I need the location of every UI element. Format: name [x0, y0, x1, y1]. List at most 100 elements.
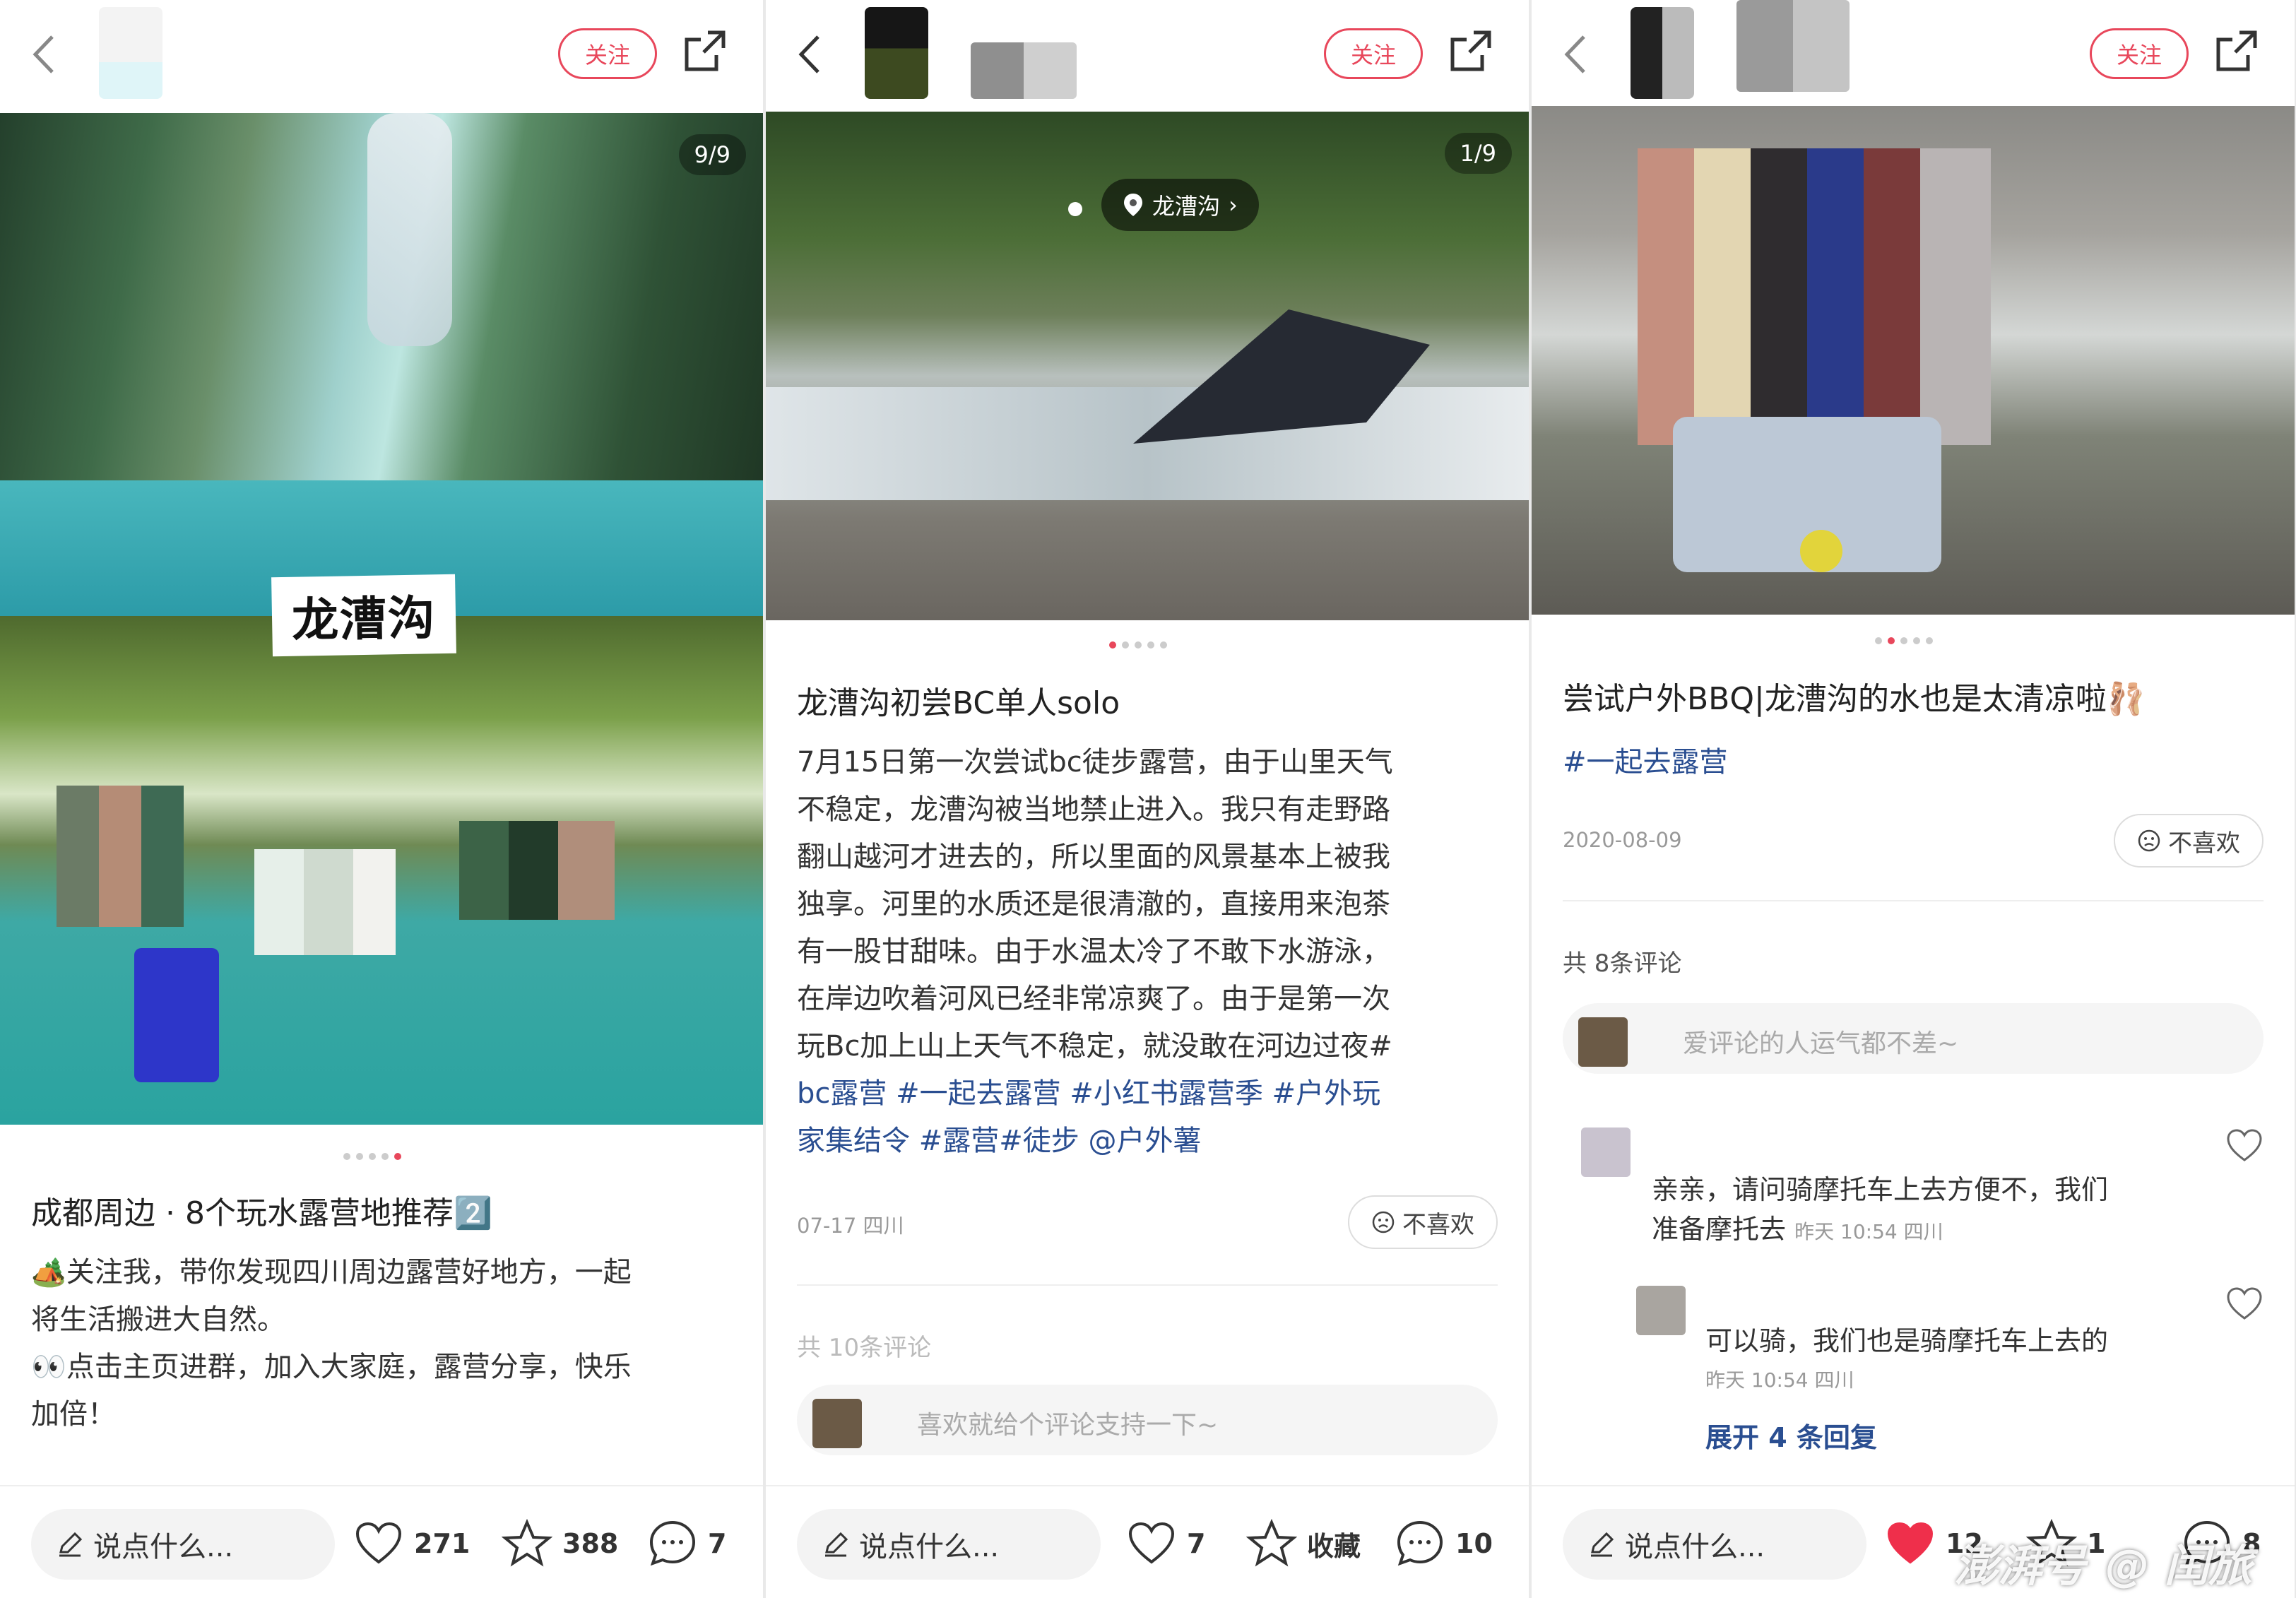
desc-line: 7月15日第一次尝试bc徒步露营，由于山里天气: [797, 746, 1393, 779]
star-button[interactable]: 388: [502, 1512, 618, 1575]
expand-replies-button[interactable]: 展开 4 条回复: [1705, 1416, 1877, 1455]
note-image[interactable]: 9/9: [0, 113, 763, 616]
note-panel-1: 关注 9/9 龙漕沟 成都周边 · 8个玩水露营地推荐2️⃣ 🏕️关注我，带你发…: [0, 0, 763, 1598]
hashtag-line[interactable]: #一起去露营: [1563, 739, 2269, 786]
comment-input[interactable]: 喜欢就给个评论支持一下~: [797, 1385, 1498, 1455]
image-counter: 1/9: [1444, 133, 1512, 174]
dot-active: [394, 1153, 401, 1160]
blur-person-2: [459, 821, 615, 920]
sad-face-icon: [2138, 829, 2160, 852]
avatar: [1578, 1017, 1628, 1067]
comment-placeholder: 爱评论的人运气都不差~: [1683, 1029, 1959, 1058]
comment-count-label: 共 8条评论: [1563, 949, 1682, 978]
location-tag[interactable]: 龙漕沟 ›: [1101, 179, 1259, 231]
note-image[interactable]: [1532, 106, 2295, 615]
heart-icon[interactable]: [2225, 1286, 2264, 1321]
heart-icon[interactable]: [2225, 1128, 2264, 1163]
comment-input[interactable]: 说点什么...: [31, 1509, 335, 1580]
star-button[interactable]: 收藏: [1246, 1512, 1361, 1575]
comment-count: 10: [1455, 1528, 1493, 1559]
bottom-bar: 说点什么... 7 收藏 10: [766, 1485, 1529, 1598]
dot: [369, 1153, 376, 1160]
comment-count: 7: [708, 1528, 727, 1559]
comment-placeholder: 喜欢就给个评论支持一下~: [917, 1411, 1219, 1440]
back-icon[interactable]: [1560, 30, 1591, 79]
comment-text: 亲亲，请问骑摩托车上去方便不，我们 准备摩托去 昨天 10:54 四川: [1652, 1170, 2108, 1252]
top-bar: 关注: [0, 0, 763, 106]
comment-input[interactable]: 爱评论的人运气都不差~: [1563, 1003, 2264, 1074]
comment-input[interactable]: 说点什么...: [797, 1509, 1101, 1580]
note-title: 成都周边 · 8个玩水露营地推荐2️⃣: [31, 1195, 492, 1231]
dot: [381, 1153, 389, 1160]
overlay-title: 龙漕沟: [271, 574, 456, 657]
back-icon[interactable]: [794, 30, 825, 79]
heart-icon: [1128, 1522, 1175, 1564]
share-icon[interactable]: [2211, 27, 2261, 76]
like-button[interactable]: 271: [353, 1512, 470, 1575]
dot: [1160, 641, 1167, 649]
comment-meta: 昨天 10:54 四川: [1794, 1220, 1943, 1243]
dot: [1875, 637, 1882, 644]
like-count: 271: [414, 1528, 471, 1559]
desc-line: 🏕️关注我，带你发现四川周边露营好地方，一起: [31, 1256, 632, 1289]
hashtag-line[interactable]: 家集结令 #露营#徒步 @户外薯: [797, 1118, 1503, 1165]
carousel-dots: [1875, 637, 1933, 644]
location-name: 龙漕沟: [1152, 193, 1221, 220]
bottom-bar: 说点什么... 271 388 7: [0, 1485, 763, 1598]
hashtag-line[interactable]: bc露营 #一起去露营 #小红书露营季 #户外玩: [797, 1070, 1503, 1118]
comment-input[interactable]: 说点什么...: [1563, 1509, 1866, 1580]
reply-text: 可以骑，我们也是骑摩托车上去的 昨天 10:54 四川: [1705, 1321, 2108, 1400]
star-label: 收藏: [1307, 1530, 1361, 1562]
desc-line: 翻山越河才进去的，所以里面的风景基本上被我: [797, 841, 1390, 873]
note-image-lower: [0, 616, 763, 1125]
post-date: 07-17 四川: [797, 1214, 904, 1238]
like-button[interactable]: 7: [1126, 1512, 1205, 1575]
watermark: 澎湃号 @ 闰旅: [1954, 1530, 2252, 1594]
carousel-dots: [343, 1153, 401, 1160]
dot: [1913, 637, 1920, 644]
dislike-button[interactable]: 不喜欢: [2114, 814, 2264, 868]
star-icon: [502, 1518, 552, 1567]
avatar[interactable]: [865, 7, 928, 99]
yellow-bucket: [1800, 530, 1842, 572]
dislike-button[interactable]: 不喜欢: [1348, 1195, 1498, 1249]
dot: [1147, 641, 1154, 649]
follow-button[interactable]: 关注: [2090, 28, 2189, 79]
avatar[interactable]: [99, 7, 162, 99]
follow-button[interactable]: 关注: [558, 28, 657, 79]
reply-meta: 昨天 10:54 四川: [1705, 1368, 1854, 1392]
post-date: 2020-08-09: [1563, 828, 1682, 852]
dislike-label: 不喜欢: [1402, 1210, 1474, 1239]
dot: [1926, 637, 1933, 644]
location-pin-icon: [1124, 194, 1142, 216]
share-icon[interactable]: [680, 27, 729, 76]
follow-button[interactable]: 关注: [1324, 28, 1423, 79]
pencil-icon: [825, 1532, 848, 1557]
desc-line: 加倍！: [31, 1398, 116, 1431]
comment-button[interactable]: 10: [1395, 1512, 1493, 1575]
bottom-bar: 说点什么... 12 1 8 澎湃号 @ 闰旅: [1532, 1485, 2295, 1598]
blur-person: [1638, 148, 1991, 445]
carousel-dots: [1109, 641, 1167, 649]
avatar: [1581, 1128, 1631, 1177]
share-icon[interactable]: [1445, 27, 1495, 76]
top-bar: 关注: [1532, 0, 2295, 106]
input-placeholder: 说点什么...: [93, 1531, 234, 1563]
note-image[interactable]: 龙漕沟 › 1/9: [766, 112, 1529, 620]
watermark-author: @ 闰旅: [2105, 1540, 2252, 1592]
pencil-icon: [1591, 1532, 1614, 1557]
desc-line: 在岸边吹着河风已经非常凉爽了。由于是第一次: [797, 983, 1390, 1015]
back-icon[interactable]: [28, 30, 59, 79]
desc-line: 独享。河里的水质还是很清澈的，直接用来泡茶: [797, 888, 1390, 921]
heart-icon: [355, 1522, 402, 1564]
desc-line: 有一股甘甜味。由于水温太冷了不敢下水游泳，: [797, 935, 1390, 968]
desc-line: 不稳定，龙漕沟被当地禁止进入。我只有走野路: [797, 793, 1390, 826]
avatar[interactable]: [1631, 7, 1694, 99]
screenshot-collage: 关注 9/9 龙漕沟 成都周边 · 8个玩水露营地推荐2️⃣ 🏕️关注我，带你发…: [0, 0, 2296, 1598]
author-name-blurred: [1736, 0, 1850, 92]
comment-line: 亲亲，请问骑摩托车上去方便不，我们: [1652, 1174, 2109, 1205]
dislike-label: 不喜欢: [2168, 829, 2240, 858]
comment-button[interactable]: 7: [647, 1512, 726, 1575]
blur-person-3: [254, 849, 396, 955]
dot-active: [1109, 641, 1116, 649]
